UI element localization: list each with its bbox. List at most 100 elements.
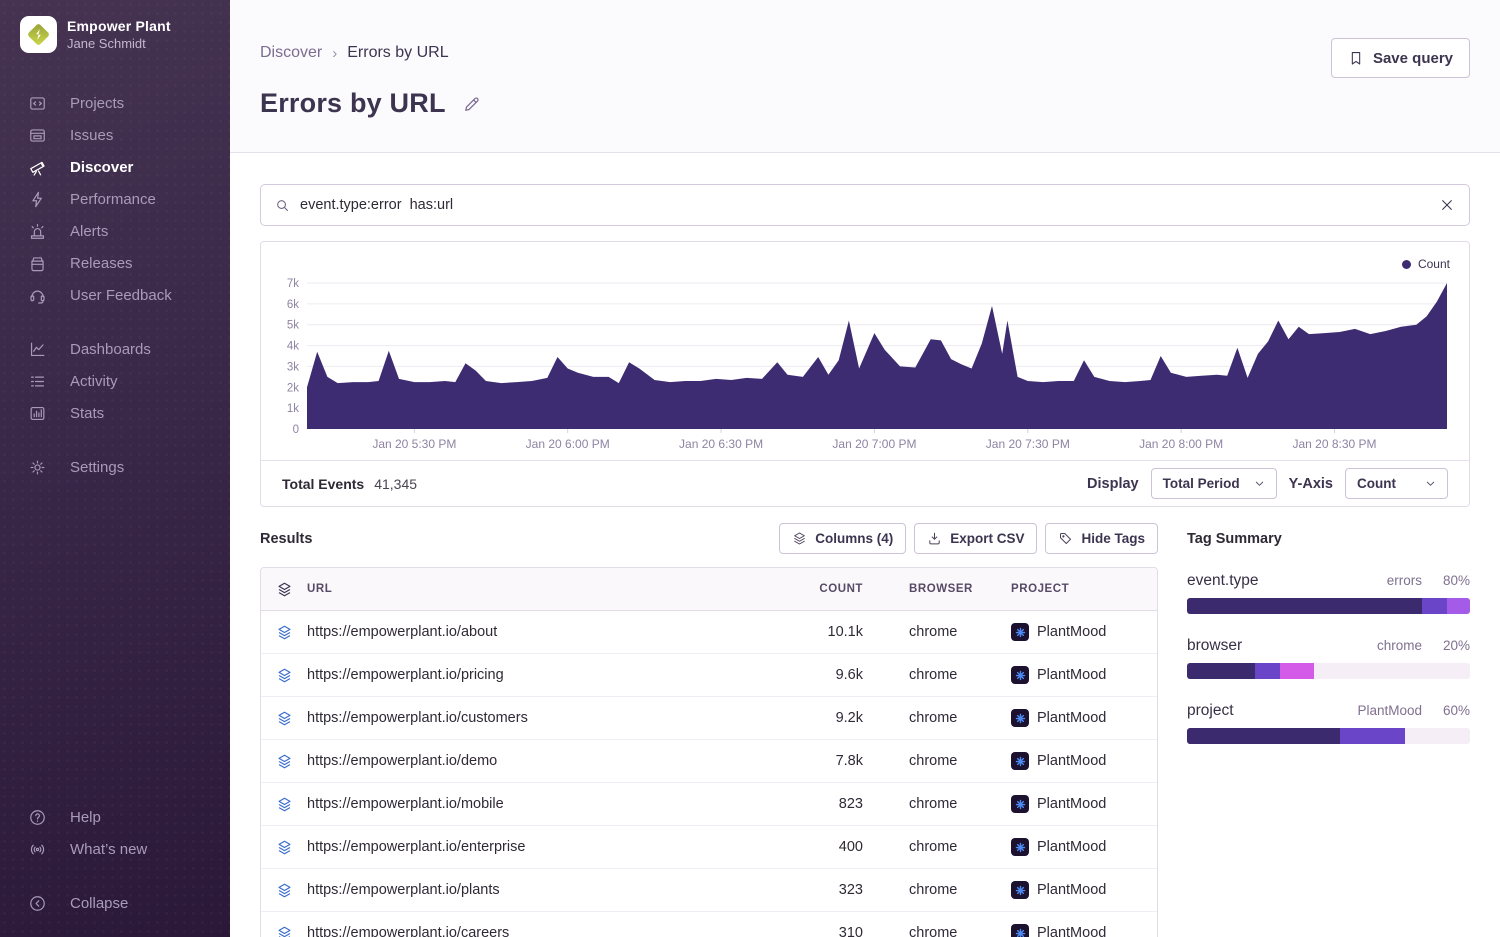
browser-cell: chrome <box>909 667 1011 683</box>
table-row[interactable]: https://empowerplant.io/demo 7.8k chrome… <box>261 740 1157 783</box>
breadcrumb-discover[interactable]: Discover <box>260 44 322 62</box>
sidebar-item-label: Activity <box>70 373 118 390</box>
table-row[interactable]: https://empowerplant.io/mobile 823 chrom… <box>261 783 1157 826</box>
column-header-project[interactable]: PROJECT <box>1011 583 1157 595</box>
url-cell[interactable]: https://empowerplant.io/mobile <box>307 796 745 812</box>
projects-icon <box>28 94 47 113</box>
project-cell: PlantMood <box>1011 924 1157 937</box>
edit-pencil-icon[interactable] <box>462 94 482 114</box>
columns-button[interactable]: Columns (4) <box>779 523 906 554</box>
browser-cell: chrome <box>909 839 1011 855</box>
tag-icon <box>1058 531 1073 546</box>
page-title: Errors by URL <box>260 88 446 119</box>
plantmood-project-icon <box>1011 709 1029 727</box>
stack-icon[interactable] <box>261 581 307 598</box>
hide-tags-button[interactable]: Hide Tags <box>1045 523 1158 554</box>
stack-icon[interactable] <box>261 667 307 684</box>
sidebar-item-user-feedback[interactable]: User Feedback <box>0 279 230 311</box>
org-logo-icon <box>20 16 57 53</box>
tag-bar-segment <box>1187 663 1255 679</box>
chart-legend[interactable]: Count <box>1402 257 1450 271</box>
search-bar <box>260 184 1470 226</box>
column-header-browser[interactable]: BROWSER <box>909 583 1011 595</box>
sidebar-item-discover[interactable]: Discover <box>0 151 230 183</box>
svg-text:2k: 2k <box>287 382 299 394</box>
user-feedback-headset-icon <box>28 286 47 305</box>
url-cell[interactable]: https://empowerplant.io/about <box>307 624 745 640</box>
columns-button-label: Columns (4) <box>815 531 893 546</box>
chart-footer: Total Events 41,345 Display Total Period… <box>261 460 1469 506</box>
results-section: Results Columns (4) Export CSV Hide T <box>260 523 1158 937</box>
tag-bar-segment <box>1447 598 1470 614</box>
performance-lightning-icon <box>28 190 47 209</box>
url-cell[interactable]: https://empowerplant.io/enterprise <box>307 839 745 855</box>
table-row[interactable]: https://empowerplant.io/pricing 9.6k chr… <box>261 654 1157 697</box>
url-cell[interactable]: https://empowerplant.io/pricing <box>307 667 745 683</box>
tag-distribution-bar[interactable] <box>1187 728 1470 744</box>
plantmood-project-icon <box>1011 666 1029 684</box>
clear-search-icon[interactable] <box>1439 197 1455 213</box>
tag-bar-segment <box>1422 598 1447 614</box>
tag-top-value: errors <box>1387 573 1422 588</box>
activity-list-icon <box>28 372 47 391</box>
tag-bar-segment <box>1187 728 1340 744</box>
sidebar-item-whats-new[interactable]: What’s new <box>0 833 230 865</box>
stack-icon[interactable] <box>261 753 307 770</box>
yaxis-select[interactable]: Count <box>1345 468 1448 499</box>
url-cell[interactable]: https://empowerplant.io/plants <box>307 882 745 898</box>
sidebar-item-label: Dashboards <box>70 341 151 358</box>
column-header-url[interactable]: URL <box>307 583 745 595</box>
tag-entry: project PlantMood 60% <box>1187 702 1470 744</box>
sidebar-item-settings[interactable]: Settings <box>0 451 230 483</box>
tag-bar-segment <box>1255 663 1280 679</box>
events-chart[interactable]: 01k2k3k4k5k6k7kJan 20 5:30 PMJan 20 6:00… <box>261 242 1469 460</box>
collapse-chevron-icon <box>28 894 47 913</box>
sidebar-item-performance[interactable]: Performance <box>0 183 230 215</box>
stack-icon[interactable] <box>261 882 307 899</box>
project-name: PlantMood <box>1037 796 1106 812</box>
help-icon <box>28 808 47 827</box>
table-row[interactable]: https://empowerplant.io/careers 310 chro… <box>261 912 1157 937</box>
url-cell[interactable]: https://empowerplant.io/customers <box>307 710 745 726</box>
sidebar-item-issues[interactable]: Issues <box>0 119 230 151</box>
sidebar-item-activity[interactable]: Activity <box>0 365 230 397</box>
url-cell[interactable]: https://empowerplant.io/demo <box>307 753 745 769</box>
table-row[interactable]: https://empowerplant.io/plants 323 chrom… <box>261 869 1157 912</box>
stack-icon[interactable] <box>261 839 307 856</box>
export-csv-button[interactable]: Export CSV <box>914 523 1037 554</box>
project-name: PlantMood <box>1037 624 1106 640</box>
stack-icon[interactable] <box>261 710 307 727</box>
project-cell: PlantMood <box>1011 838 1157 856</box>
plantmood-project-icon <box>1011 795 1029 813</box>
sidebar-item-label: User Feedback <box>70 287 172 304</box>
stack-icon[interactable] <box>261 796 307 813</box>
count-cell: 823 <box>745 796 863 812</box>
releases-box-icon <box>28 254 47 273</box>
svg-text:1k: 1k <box>287 403 299 415</box>
sidebar-item-releases[interactable]: Releases <box>0 247 230 279</box>
search-icon <box>275 198 290 213</box>
table-row[interactable]: https://empowerplant.io/customers 9.2k c… <box>261 697 1157 740</box>
tag-distribution-bar[interactable] <box>1187 663 1470 679</box>
table-row[interactable]: https://empowerplant.io/enterprise 400 c… <box>261 826 1157 869</box>
sidebar-item-collapse[interactable]: Collapse <box>0 887 230 919</box>
stack-icon[interactable] <box>261 624 307 641</box>
table-row[interactable]: https://empowerplant.io/about 10.1k chro… <box>261 611 1157 654</box>
stack-icon[interactable] <box>261 925 307 937</box>
sidebar-item-stats[interactable]: Stats <box>0 397 230 429</box>
url-cell[interactable]: https://empowerplant.io/careers <box>307 925 745 937</box>
column-header-count[interactable]: COUNT <box>745 583 863 595</box>
sidebar-item-projects[interactable]: Projects <box>0 87 230 119</box>
browser-cell: chrome <box>909 753 1011 769</box>
tag-distribution-bar[interactable] <box>1187 598 1470 614</box>
search-input[interactable] <box>300 197 1429 213</box>
plantmood-project-icon <box>1011 752 1029 770</box>
save-query-button[interactable]: Save query <box>1331 38 1470 78</box>
tag-percentage: 80% <box>1422 573 1470 588</box>
org-switcher[interactable]: Empower Plant Jane Schmidt <box>0 16 230 53</box>
project-cell: PlantMood <box>1011 666 1157 684</box>
sidebar-item-dashboards[interactable]: Dashboards <box>0 333 230 365</box>
display-select[interactable]: Total Period <box>1151 468 1277 499</box>
sidebar-item-help[interactable]: Help <box>0 801 230 833</box>
sidebar-item-alerts[interactable]: Alerts <box>0 215 230 247</box>
